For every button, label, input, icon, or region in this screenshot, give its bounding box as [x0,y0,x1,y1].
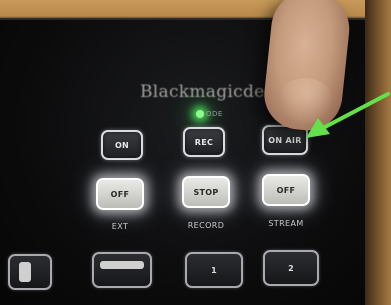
photo-scene: Blackmagicdes ODE ON REC ON AIR OFF EXT … [0,0,391,305]
arrow-shaft [321,92,390,130]
pointer-arrow-icon [306,92,390,138]
